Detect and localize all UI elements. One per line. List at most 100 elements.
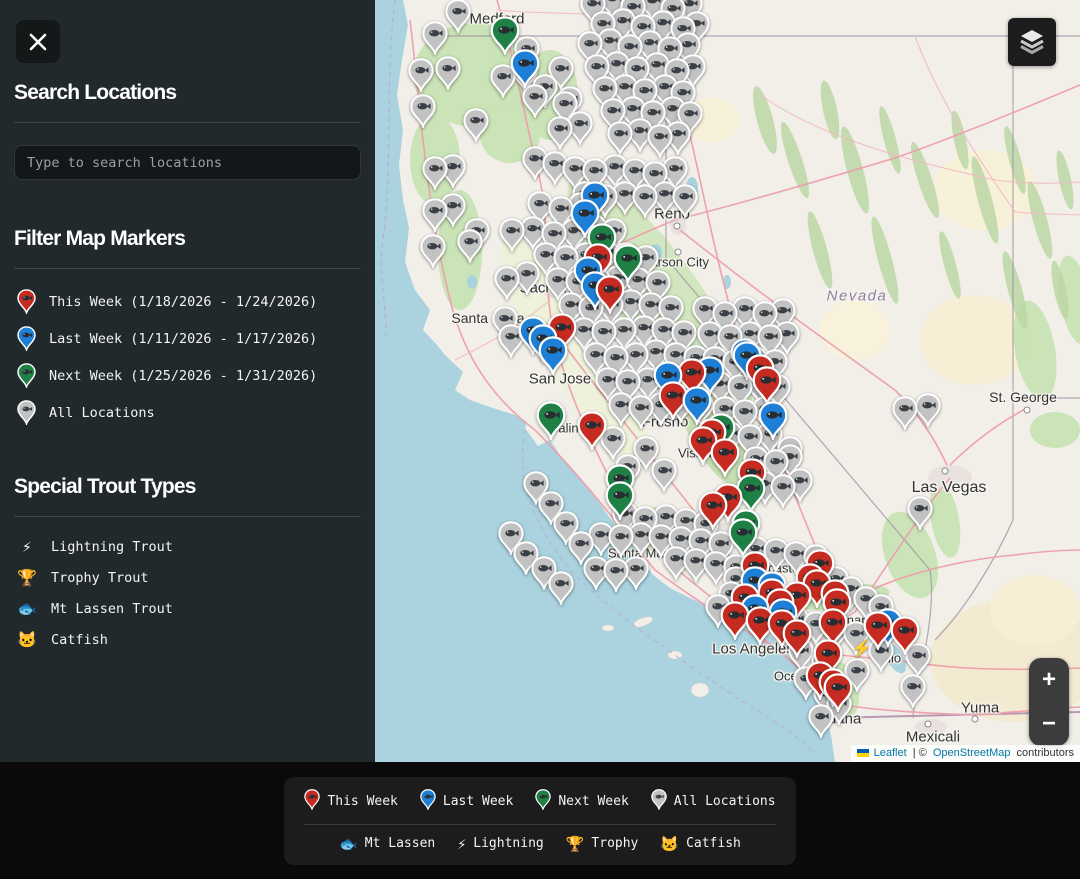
- gray-location-marker[interactable]: [547, 116, 573, 150]
- openstreetmap-link[interactable]: OpenStreetMap: [933, 747, 1011, 759]
- gray-location-marker[interactable]: [603, 558, 629, 592]
- legend-trout-item[interactable]: ⚡Lightning: [457, 835, 543, 853]
- gray-location-marker[interactable]: [548, 571, 574, 605]
- legend-week-row: This Week Last Week Next Week All Locations: [304, 789, 775, 814]
- gray-location-marker[interactable]: [445, 0, 471, 33]
- gray-location-marker[interactable]: [651, 458, 677, 492]
- map-label: Nevada: [827, 288, 888, 305]
- filter-heading: Filter Map Markers: [14, 180, 361, 251]
- red-location-marker[interactable]: [698, 491, 728, 530]
- gray-location-marker[interactable]: [422, 21, 448, 55]
- close-sidebar-button[interactable]: [16, 20, 60, 63]
- gray-location-marker[interactable]: [915, 393, 941, 427]
- gray-location-marker[interactable]: [522, 84, 548, 118]
- legend-item-blue[interactable]: Last Week: [420, 789, 513, 814]
- gray-pin-icon: [16, 400, 36, 425]
- red-location-marker[interactable]: [577, 411, 607, 450]
- green-location-marker[interactable]: [536, 401, 566, 440]
- trout-type-label: Trophy Trout: [51, 570, 149, 586]
- town-dot: [972, 716, 979, 723]
- town-dot: [942, 468, 949, 475]
- green-location-marker[interactable]: [605, 481, 635, 520]
- red-location-marker[interactable]: [863, 611, 893, 650]
- search-input[interactable]: [14, 145, 361, 180]
- town-dot: [1024, 407, 1031, 414]
- gray-location-marker[interactable]: [607, 121, 633, 155]
- legend-item-red[interactable]: This Week: [304, 789, 397, 814]
- gray-location-marker[interactable]: [672, 184, 698, 218]
- trout-type-item[interactable]: ⚡Lightning Trout: [14, 531, 361, 562]
- blue-location-marker[interactable]: [538, 336, 568, 375]
- gray-location-marker[interactable]: [435, 56, 461, 90]
- map-label: Mexicali: [906, 729, 960, 746]
- gray-location-marker[interactable]: [892, 396, 918, 430]
- gray-location-marker[interactable]: [608, 524, 634, 558]
- gray-location-marker[interactable]: [457, 229, 483, 263]
- zoom-out-button[interactable]: −: [1029, 702, 1069, 746]
- red-pin-icon: [16, 289, 36, 314]
- red-location-marker[interactable]: [782, 619, 812, 658]
- gray-location-marker[interactable]: [628, 395, 654, 429]
- filter-item-label: Last Week (1/11/2026 - 1/17/2026): [49, 331, 317, 347]
- trout-type-item[interactable]: 🏆Trophy Trout: [14, 562, 361, 593]
- gray-location-marker[interactable]: [463, 108, 489, 142]
- blue-pin-icon: [16, 326, 36, 351]
- trout-heading: Special Trout Types: [14, 431, 361, 499]
- blue-location-marker[interactable]: [758, 401, 788, 440]
- red-location-marker[interactable]: [823, 673, 853, 712]
- map-label: Yuma: [961, 700, 999, 717]
- trout-type-item[interactable]: 🐱Catfish: [14, 624, 361, 655]
- red-location-marker[interactable]: [752, 366, 782, 405]
- gray-location-marker[interactable]: [907, 496, 933, 530]
- gray-pin-icon: [651, 789, 667, 814]
- legend-trout-item[interactable]: 🏆Trophy: [566, 835, 639, 853]
- green-pin-icon: [16, 363, 36, 388]
- trout-type-icon: 🐟: [16, 599, 38, 618]
- gray-location-marker[interactable]: [647, 124, 673, 158]
- legend-divider: [304, 824, 775, 825]
- gray-location-marker[interactable]: [499, 218, 525, 252]
- gray-location-marker[interactable]: [422, 156, 448, 190]
- filter-item-blue[interactable]: Last Week (1/11/2026 - 1/17/2026): [14, 320, 361, 357]
- leaflet-link[interactable]: Leaflet: [874, 747, 907, 759]
- search-heading: Search Locations: [14, 0, 361, 105]
- filter-list: This Week (1/18/2026 - 1/24/2026) Last We…: [14, 283, 361, 431]
- gray-location-marker[interactable]: [494, 266, 520, 300]
- blue-location-marker[interactable]: [510, 49, 540, 88]
- gray-location-marker[interactable]: [770, 474, 796, 508]
- gray-location-marker[interactable]: [422, 198, 448, 232]
- legend-trout-item[interactable]: 🐱Catfish: [660, 835, 740, 853]
- filter-item-red[interactable]: This Week (1/18/2026 - 1/24/2026): [14, 283, 361, 320]
- red-location-marker[interactable]: [710, 438, 740, 477]
- green-pin-icon: [535, 789, 551, 814]
- layers-control-button[interactable]: [1008, 18, 1056, 66]
- trout-type-item[interactable]: 🐟 Mt Lassen Trout: [14, 593, 361, 624]
- gray-location-marker[interactable]: [632, 184, 658, 218]
- trout-type-label: Mt Lassen Trout: [51, 601, 173, 617]
- legend-item-label: Next Week: [558, 794, 628, 809]
- red-location-marker[interactable]: [890, 616, 920, 655]
- gray-location-marker[interactable]: [410, 94, 436, 128]
- legend-item-label: Mt Lassen: [365, 836, 435, 851]
- zoom-in-button[interactable]: +: [1029, 658, 1069, 702]
- map-label: Las Vegas: [912, 479, 987, 497]
- legend-item-label: Lightning: [473, 836, 543, 851]
- legend-item-green[interactable]: Next Week: [535, 789, 628, 814]
- gray-location-marker[interactable]: [420, 234, 446, 268]
- ukraine-flag-icon: [857, 749, 869, 757]
- legend-item-gray[interactable]: All Locations: [651, 789, 776, 814]
- divider: [14, 268, 361, 269]
- divider: [14, 516, 361, 517]
- red-location-marker[interactable]: [595, 275, 625, 314]
- map-attribution: Leaflet | © OpenStreetMap contributors: [851, 745, 1080, 762]
- gray-location-marker[interactable]: [900, 674, 926, 708]
- filter-item-gray[interactable]: All Locations: [14, 394, 361, 431]
- trout-type-label: Catfish: [51, 632, 108, 648]
- gray-location-marker[interactable]: [408, 58, 434, 92]
- legend-item-label: Catfish: [686, 836, 741, 851]
- legend-trout-item[interactable]: 🐟Mt Lassen: [339, 835, 435, 853]
- filter-item-green[interactable]: Next Week (1/25/2026 - 1/31/2026): [14, 357, 361, 394]
- divider: [14, 122, 361, 123]
- map-canvas[interactable]: MedfordRenoCarson CityNevadaSanta RosaSa…: [375, 0, 1080, 762]
- red-pin-icon: [304, 789, 320, 814]
